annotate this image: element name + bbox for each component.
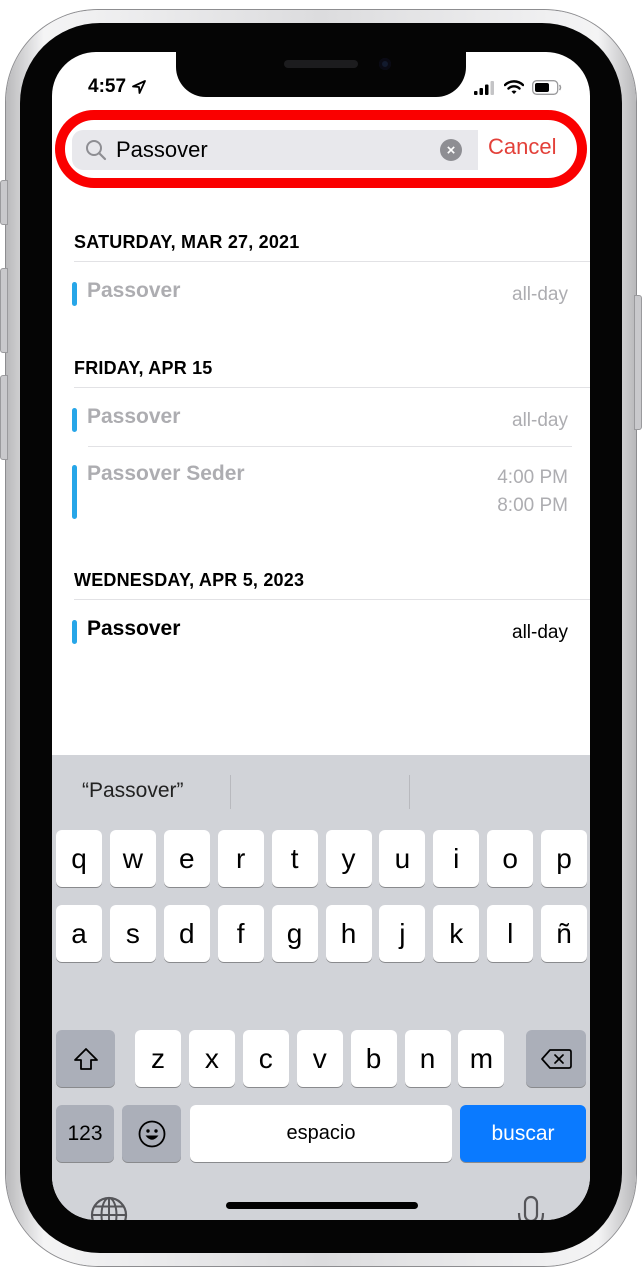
event-title: Passover Seder: [87, 462, 245, 485]
key-t[interactable]: t: [271, 830, 318, 887]
key-m[interactable]: m: [458, 1030, 505, 1087]
volume-up-button: [0, 268, 8, 353]
divider: [74, 261, 590, 262]
status-time: 4:57: [88, 76, 147, 98]
key-ñ[interactable]: ñ: [541, 905, 588, 962]
key-f[interactable]: f: [217, 905, 264, 962]
emoji-key[interactable]: [122, 1105, 181, 1162]
key-z[interactable]: z: [135, 1030, 181, 1087]
suggestion-separator: [230, 775, 231, 809]
cancel-button[interactable]: Cancel: [488, 134, 556, 160]
delete-key[interactable]: [526, 1030, 586, 1087]
shift-icon: [73, 1047, 98, 1070]
globe-icon[interactable]: [90, 1196, 128, 1220]
calendar-color-bar: [72, 408, 77, 432]
event-title: Passover: [87, 279, 181, 302]
front-camera: [379, 58, 391, 70]
key-h[interactable]: h: [325, 905, 372, 962]
key-d[interactable]: d: [163, 905, 210, 962]
key-p[interactable]: p: [541, 830, 588, 887]
key-x[interactable]: x: [188, 1030, 235, 1087]
key-r[interactable]: r: [217, 830, 264, 887]
key-l[interactable]: l: [487, 905, 534, 962]
divider: [74, 387, 590, 388]
calendar-color-bar: [72, 620, 77, 644]
emoji-icon: [138, 1120, 165, 1147]
battery-icon: [532, 80, 562, 95]
suggestion-item[interactable]: “Passover”: [82, 779, 184, 803]
search-field[interactable]: ×: [72, 130, 478, 170]
key-a[interactable]: a: [56, 905, 102, 962]
event-end-time: 8:00 PM: [497, 495, 568, 516]
keyboard: “Passover” qwertyuiop asdfghjklñ zxcvbnm…: [52, 755, 590, 1220]
event-title: Passover: [87, 617, 181, 640]
divider: [88, 446, 572, 447]
key-g[interactable]: g: [271, 905, 318, 962]
section-header: FRIDAY, APR 15: [74, 358, 213, 378]
key-j[interactable]: j: [379, 905, 426, 962]
search-key[interactable]: buscar: [460, 1105, 586, 1162]
screen: 4:57 × Cancel: [52, 52, 590, 1220]
predictive-bar: “Passover”: [52, 755, 590, 827]
numbers-key[interactable]: 123: [56, 1105, 114, 1162]
event-time: all-day: [512, 410, 568, 431]
section-header: SATURDAY, MAR 27, 2021: [74, 232, 300, 252]
event-start-time: 4:00 PM: [497, 467, 568, 488]
side-button: [634, 295, 642, 430]
microphone-icon[interactable]: [516, 1195, 546, 1220]
calendar-color-bar: [72, 465, 77, 519]
notch: [176, 52, 466, 97]
shift-key[interactable]: [56, 1030, 115, 1087]
section-header: WEDNESDAY, APR 5, 2023: [74, 570, 305, 590]
event-time: all-day: [512, 284, 568, 305]
key-i[interactable]: i: [433, 830, 480, 887]
status-icons: [474, 80, 562, 95]
key-e[interactable]: e: [163, 830, 210, 887]
status-time-text: 4:57: [88, 76, 127, 97]
speaker: [284, 60, 358, 68]
event-title: Passover: [87, 405, 181, 428]
volume-down-button: [0, 375, 8, 460]
event-time: all-day: [512, 622, 568, 643]
suggestion-separator: [409, 775, 410, 809]
key-s[interactable]: s: [109, 905, 156, 962]
mute-switch: [0, 180, 8, 225]
wifi-icon: [504, 80, 524, 94]
key-b[interactable]: b: [350, 1030, 397, 1087]
home-indicator[interactable]: [226, 1202, 418, 1209]
backspace-icon: [541, 1048, 572, 1069]
calendar-color-bar: [72, 282, 77, 306]
key-q[interactable]: q: [56, 830, 102, 887]
clear-search-button[interactable]: ×: [440, 139, 462, 161]
key-u[interactable]: u: [379, 830, 426, 887]
key-v[interactable]: v: [296, 1030, 343, 1087]
clear-icon: ×: [446, 141, 456, 159]
search-icon: [86, 140, 107, 161]
cellular-signal-icon: [474, 80, 494, 95]
event-time-range: 4:00 PM 8:00 PM: [497, 464, 568, 520]
divider: [74, 599, 590, 600]
key-c[interactable]: c: [242, 1030, 289, 1087]
key-k[interactable]: k: [433, 905, 480, 962]
key-w[interactable]: w: [109, 830, 156, 887]
search-input[interactable]: [116, 137, 416, 163]
space-key[interactable]: espacio: [190, 1105, 452, 1162]
key-n[interactable]: n: [404, 1030, 451, 1087]
location-arrow-icon: [132, 80, 146, 94]
key-y[interactable]: y: [325, 830, 372, 887]
key-o[interactable]: o: [487, 830, 534, 887]
